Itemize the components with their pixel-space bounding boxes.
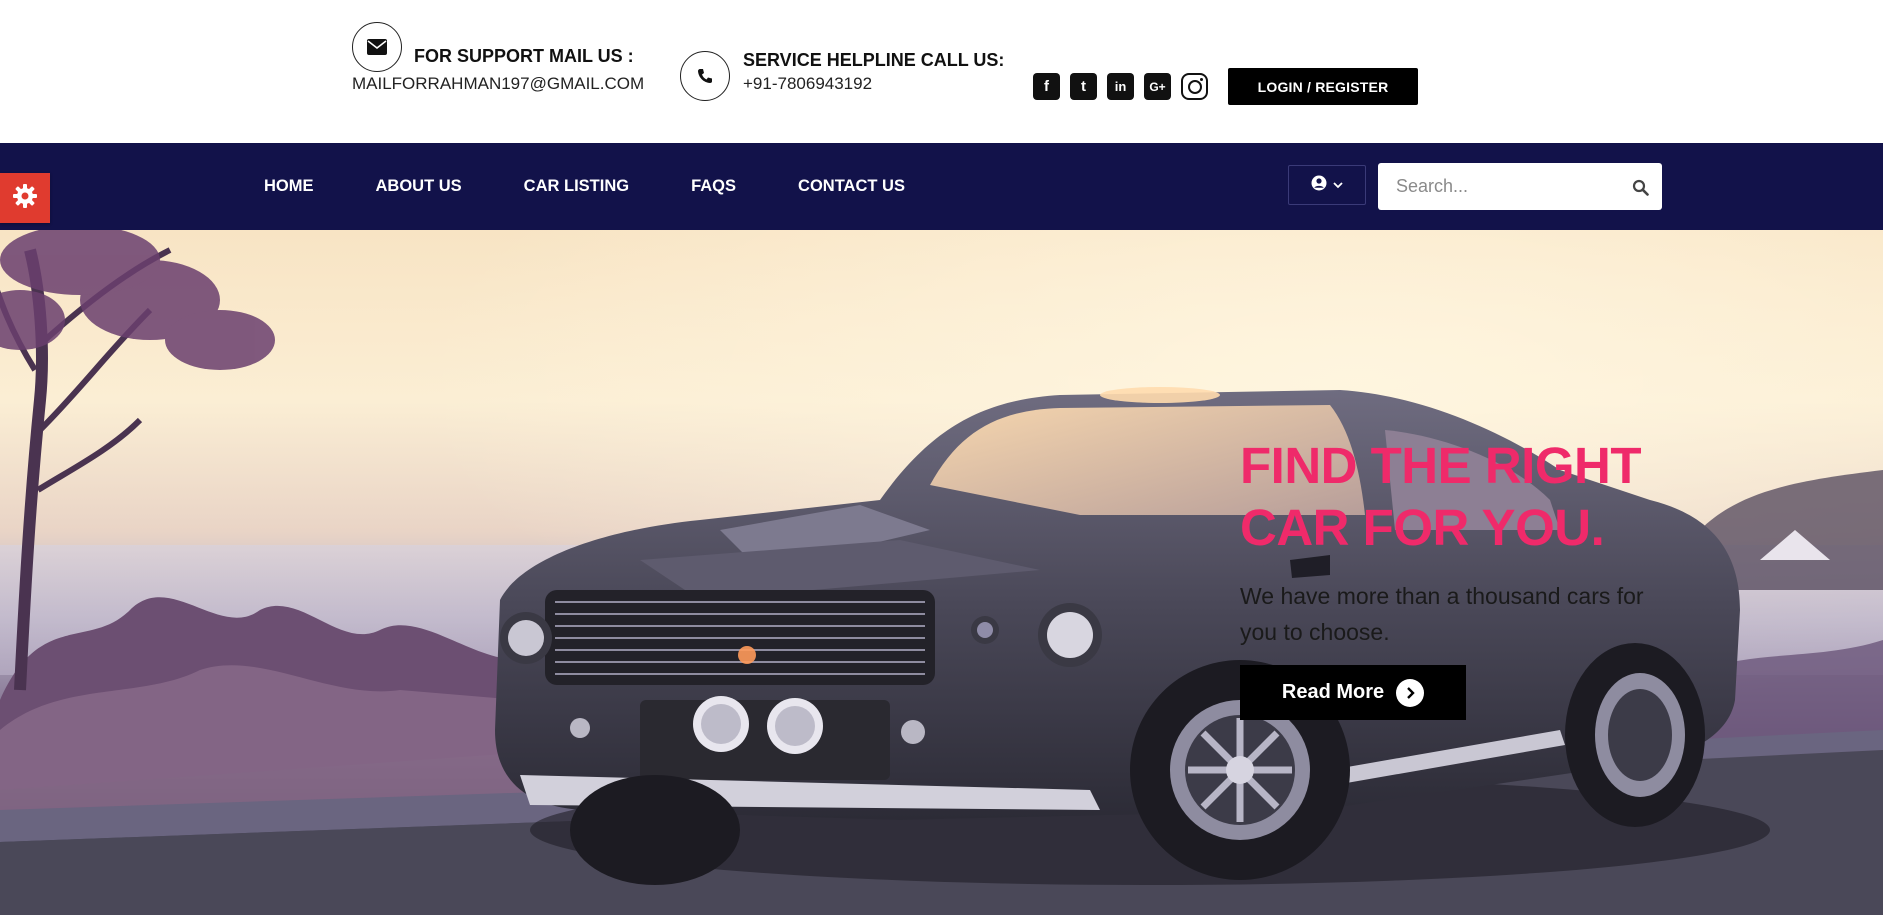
phone-icon xyxy=(680,51,730,101)
user-circle-icon xyxy=(1311,175,1327,196)
linkedin-icon[interactable]: in xyxy=(1107,73,1134,100)
read-more-label: Read More xyxy=(1281,681,1385,703)
hero-title: FIND THE RIGHT CAR FOR YOU. xyxy=(1240,437,1641,556)
instagram-icon[interactable] xyxy=(1181,73,1208,100)
support-title: FOR SUPPORT MAIL US : xyxy=(414,46,634,66)
social-links: f t in G+ xyxy=(1033,73,1208,100)
top-header: FOR SUPPORT MAIL US : MAILFORRAHMAN197@G… xyxy=(0,0,1883,143)
nav-links: HOME ABOUT US CAR LISTING FAQS CONTACT U… xyxy=(264,143,967,230)
nav-item-faqs[interactable]: FAQS xyxy=(691,177,736,196)
chevron-down-icon xyxy=(1333,176,1343,194)
settings-gear-button[interactable] xyxy=(0,173,50,223)
nav-item-home[interactable]: HOME xyxy=(264,177,314,196)
hero-subtitle: We have more than a thousand cars for yo… xyxy=(1240,583,1644,645)
hero-banner: FIND THE RIGHT CAR FOR YOU. We have more… xyxy=(0,230,1883,915)
google-plus-icon[interactable]: G+ xyxy=(1144,73,1171,100)
login-register-button[interactable]: LOGIN / REGISTER xyxy=(1228,68,1418,105)
nav-item-about-us[interactable]: ABOUT US xyxy=(376,177,462,196)
read-more-button[interactable]: Read More xyxy=(1240,665,1466,720)
chevron-right-icon xyxy=(1396,678,1425,707)
facebook-icon[interactable]: f xyxy=(1033,73,1060,100)
hero-background-image xyxy=(0,230,1883,915)
helpline-title: SERVICE HELPLINE CALL US: xyxy=(743,50,1005,70)
support-email[interactable]: MAILFORRAHMAN197@GMAIL.COM xyxy=(352,74,644,94)
helpline-phone[interactable]: +91-7806943192 xyxy=(743,74,872,94)
search-input[interactable] xyxy=(1378,163,1618,210)
search-icon[interactable] xyxy=(1628,175,1652,199)
nav-item-car-listing[interactable]: CAR LISTING xyxy=(524,177,629,196)
envelope-icon xyxy=(352,22,402,72)
gear-icon xyxy=(12,183,38,214)
twitter-icon[interactable]: t xyxy=(1070,73,1097,100)
nav-item-contact-us[interactable]: CONTACT US xyxy=(798,177,905,196)
user-menu-dropdown[interactable] xyxy=(1288,165,1366,205)
search-box xyxy=(1378,163,1662,210)
